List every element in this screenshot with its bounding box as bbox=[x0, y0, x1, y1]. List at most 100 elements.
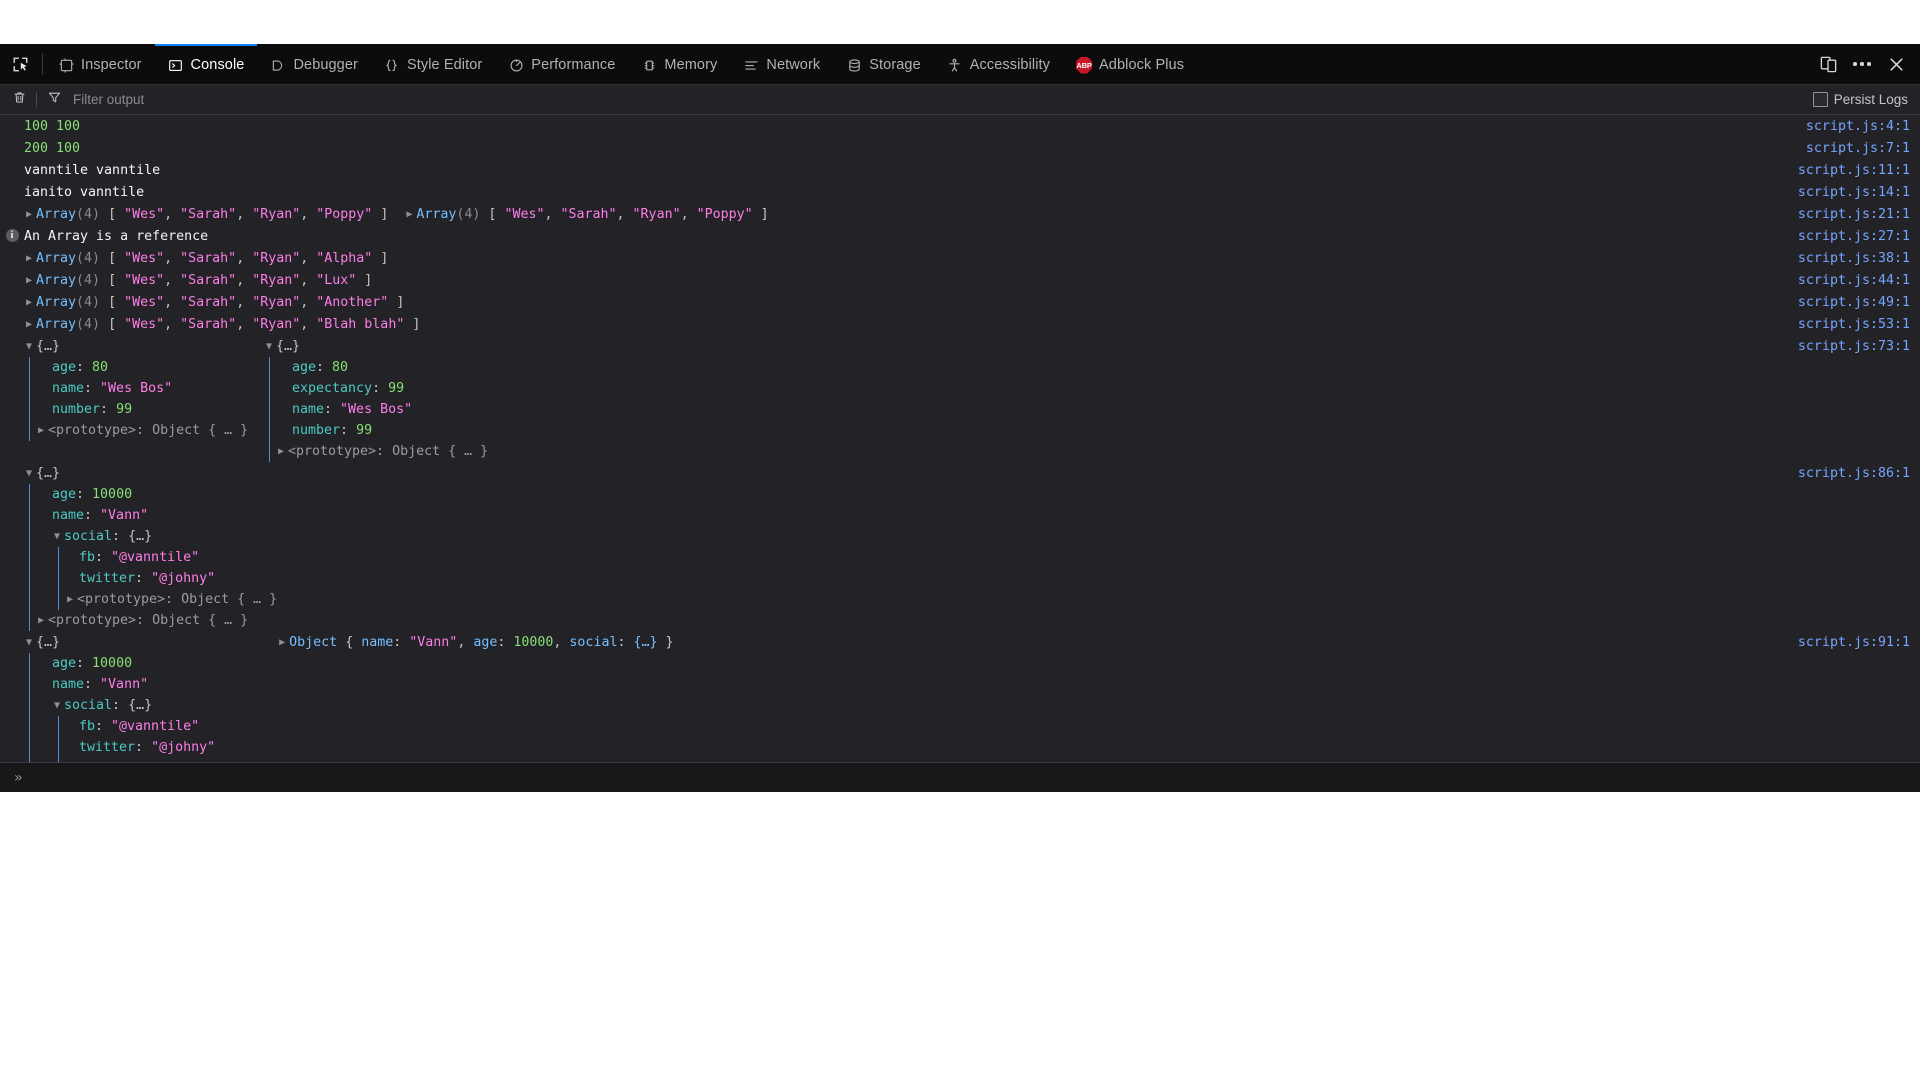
console-message-source-link[interactable]: script.js:91:1 bbox=[1782, 631, 1910, 653]
nested-object-header[interactable]: ▼ social: {…} bbox=[30, 526, 277, 547]
tab-network[interactable]: Network bbox=[730, 44, 833, 84]
console-message-source-link[interactable]: script.js:44:1 bbox=[1782, 269, 1910, 291]
storage-icon bbox=[846, 57, 862, 73]
disclosure-closed-icon[interactable]: ▶ bbox=[277, 632, 287, 653]
disclosure-closed-icon[interactable]: ▶ bbox=[276, 441, 286, 462]
disclosure-open-icon[interactable]: ▼ bbox=[52, 526, 62, 547]
prototype-label: <prototype>: Object { … } bbox=[77, 592, 278, 607]
close-devtools-button[interactable] bbox=[1880, 48, 1912, 80]
tab-memory[interactable]: Memory bbox=[628, 44, 730, 84]
object-prototype-row[interactable]: ▶<prototype>: Object { … } bbox=[59, 758, 277, 762]
tab-performance[interactable]: Performance bbox=[495, 44, 628, 84]
console-message[interactable]: ▶ Array(4) [ "Wes", "Sarah", "Ryan", "Bla… bbox=[0, 313, 1920, 335]
array-preview[interactable]: ▶ Array(4) [ "Wes", "Sarah", "Ryan", "Ano… bbox=[24, 295, 404, 310]
tab-adblock-plus[interactable]: ABP Adblock Plus bbox=[1063, 44, 1197, 84]
console-message-source-link[interactable]: script.js:14:1 bbox=[1782, 181, 1910, 203]
disclosure-closed-icon[interactable]: ▶ bbox=[404, 204, 414, 225]
console-message-source-link[interactable]: script.js:4:1 bbox=[1790, 115, 1910, 137]
console-message[interactable]: ianito vanntile script.js:14:1 bbox=[0, 181, 1920, 203]
tab-debugger[interactable]: Debugger bbox=[257, 44, 371, 84]
clear-console-button[interactable] bbox=[6, 88, 32, 112]
devtools-tab-list: Inspector Console Debugger Style Editor … bbox=[0, 44, 1812, 84]
console-message-icon-slot bbox=[0, 181, 24, 185]
disclosure-open-icon[interactable]: ▼ bbox=[24, 463, 34, 484]
array-length: (4) bbox=[456, 207, 481, 222]
object-tree-header[interactable]: ▼ {…} bbox=[264, 336, 488, 357]
console-message[interactable]: ▼ {…} age: 80 name: "Wes Bos" number: 99 ▶ <pr… bbox=[0, 335, 1920, 462]
persist-logs-checkbox[interactable] bbox=[1812, 92, 1828, 107]
object-property: expectancy: 99 bbox=[270, 378, 488, 399]
console-message-source-link[interactable]: script.js:38:1 bbox=[1782, 247, 1910, 269]
disclosure-open-icon[interactable]: ▼ bbox=[52, 695, 62, 716]
console-message[interactable]: ▶ Array(4) [ "Wes", "Sarah", "Ryan", "Alp… bbox=[0, 247, 1920, 269]
object-header-braces: {…} bbox=[36, 635, 61, 650]
disclosure-closed-icon[interactable]: ▶ bbox=[24, 314, 34, 335]
console-message-source-link[interactable]: script.js:86:1 bbox=[1782, 462, 1910, 484]
disclosure-closed-icon[interactable]: ▶ bbox=[36, 610, 46, 631]
console-message[interactable]: i An Array is a reference script.js:27:1 bbox=[0, 225, 1920, 247]
property-key: name bbox=[52, 381, 85, 396]
close-icon bbox=[1888, 56, 1905, 73]
console-message[interactable]: ▶ Array(4) [ "Wes", "Sarah", "Ryan", "Ano… bbox=[0, 291, 1920, 313]
disclosure-open-icon[interactable]: ▼ bbox=[24, 336, 34, 357]
tab-inspector[interactable]: Inspector bbox=[45, 44, 155, 84]
console-message-source-link[interactable]: script.js:7:1 bbox=[1790, 137, 1910, 159]
more-options-button[interactable] bbox=[1846, 48, 1878, 80]
disclosure-closed-icon[interactable]: ▶ bbox=[65, 589, 75, 610]
array-preview[interactable]: ▶ Array(4) [ "Wes", "Sarah", "Ryan", "Bla… bbox=[24, 317, 420, 332]
tab-style-editor[interactable]: Style Editor bbox=[371, 44, 495, 84]
console-message-source-link[interactable]: script.js:49:1 bbox=[1782, 291, 1910, 313]
responsive-design-mode-button[interactable] bbox=[1812, 48, 1844, 80]
console-output-list[interactable]: 100 100 script.js:4:1 200 100 script.js:7:1… bbox=[0, 115, 1920, 762]
object-tree-header[interactable]: ▼ {…} bbox=[24, 632, 277, 653]
console-message-icon-slot bbox=[0, 462, 24, 466]
console-message[interactable]: ▶ Array(4) [ "Wes", "Sarah", "Ryan", "Pop… bbox=[0, 203, 1920, 225]
console-message[interactable]: vanntile vanntile script.js:11:1 bbox=[0, 159, 1920, 181]
tab-accessibility[interactable]: Accessibility bbox=[934, 44, 1063, 84]
object-preview[interactable]: ▶ Object { name: "Vann", age: 10000, soci… bbox=[277, 635, 673, 650]
console-message[interactable]: ▼ {…} age: 10000 name: "Vann" ▼ social: {…} fb… bbox=[0, 631, 1920, 762]
array-preview[interactable]: ▶ Array(4) [ "Wes", "Sarah", "Ryan", "Pop… bbox=[404, 207, 768, 222]
persist-logs-control[interactable]: Persist Logs bbox=[1812, 92, 1912, 107]
console-message[interactable]: ▶ Array(4) [ "Wes", "Sarah", "Ryan", "Lux… bbox=[0, 269, 1920, 291]
console-input-row[interactable]: » bbox=[0, 762, 1920, 792]
disclosure-closed-icon[interactable]: ▶ bbox=[24, 270, 34, 291]
element-picker-button[interactable] bbox=[0, 44, 40, 84]
disclosure-closed-icon[interactable]: ▶ bbox=[24, 292, 34, 313]
object-prototype-row[interactable]: ▶<prototype>: Object { … } bbox=[270, 441, 488, 462]
array-item: "Wes" bbox=[124, 295, 165, 310]
object-prototype-row[interactable]: ▶<prototype>: Object { … } bbox=[30, 610, 277, 631]
console-message[interactable]: 200 100 script.js:7:1 bbox=[0, 137, 1920, 159]
object-tree-header[interactable]: ▼ {…} bbox=[24, 463, 277, 484]
object-tree-header[interactable]: ▼ {…} bbox=[24, 336, 248, 357]
filter-output-input[interactable] bbox=[67, 91, 1813, 108]
array-preview[interactable]: ▶ Array(4) [ "Wes", "Sarah", "Ryan", "Lux… bbox=[24, 273, 372, 288]
property-value: 99 bbox=[388, 381, 405, 396]
console-message-source-link[interactable]: script.js:21:1 bbox=[1782, 203, 1910, 225]
console-message[interactable]: 100 100 script.js:4:1 bbox=[0, 115, 1920, 137]
object-prototype-row[interactable]: ▶<prototype>: Object { … } bbox=[59, 589, 277, 610]
disclosure-closed-icon[interactable]: ▶ bbox=[24, 204, 34, 225]
filter-toggle-button[interactable] bbox=[41, 88, 67, 112]
console-message-source-link[interactable]: script.js:11:1 bbox=[1782, 159, 1910, 181]
tab-storage[interactable]: Storage bbox=[833, 44, 934, 84]
console-message-source-link[interactable]: script.js:53:1 bbox=[1782, 313, 1910, 335]
array-label: Array bbox=[36, 317, 77, 332]
disclosure-open-icon[interactable]: ▼ bbox=[264, 336, 274, 357]
property-key: number bbox=[52, 402, 101, 417]
object-prototype-row[interactable]: ▶<prototype>: Object { … } bbox=[30, 420, 248, 441]
console-message-source-link[interactable]: script.js:73:1 bbox=[1782, 335, 1910, 357]
tab-console[interactable]: Console bbox=[154, 44, 258, 84]
disclosure-closed-icon[interactable]: ▶ bbox=[24, 248, 34, 269]
nested-object-header[interactable]: ▼ social: {…} bbox=[30, 695, 277, 716]
disclosure-closed-icon[interactable]: ▶ bbox=[65, 758, 75, 762]
console-message-source-link[interactable]: script.js:27:1 bbox=[1782, 225, 1910, 247]
console-command-input[interactable] bbox=[21, 769, 1920, 786]
console-message[interactable]: ▼ {…} age: 10000 name: "Vann" ▼ social: {…} fb… bbox=[0, 462, 1920, 631]
array-preview[interactable]: ▶ Array(4) [ "Wes", "Sarah", "Ryan", "Alp… bbox=[24, 251, 388, 266]
console-message-content: 200 100 bbox=[24, 137, 1790, 159]
disclosure-open-icon[interactable]: ▼ bbox=[24, 632, 34, 653]
disclosure-closed-icon[interactable]: ▶ bbox=[36, 420, 46, 441]
array-preview[interactable]: ▶ Array(4) [ "Wes", "Sarah", "Ryan", "Pop… bbox=[24, 207, 388, 222]
prototype-label: <prototype>: Object { … } bbox=[48, 613, 249, 628]
